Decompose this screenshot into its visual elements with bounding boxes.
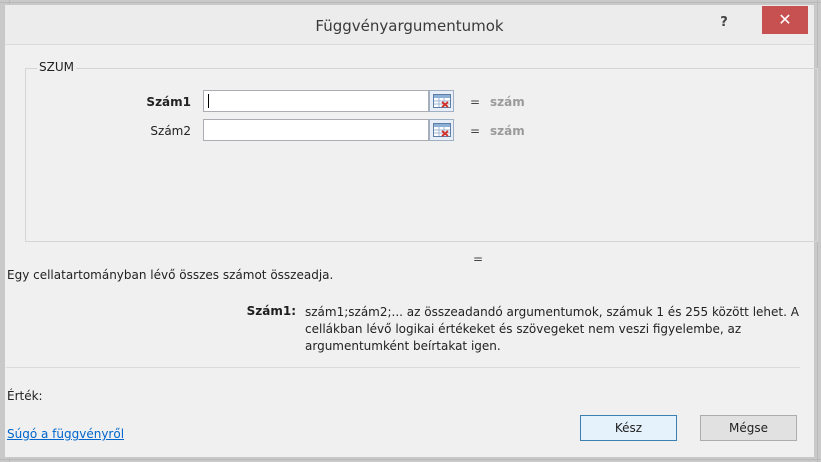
arg-description-text: szám1;szám2;... az összeadandó argumentu… xyxy=(305,305,799,353)
value-label: Érték: xyxy=(7,389,43,403)
separator xyxy=(6,367,800,368)
close-button[interactable]: ✕ xyxy=(762,6,808,34)
arg2-equals: = xyxy=(470,124,481,138)
arg1-equals: = xyxy=(470,95,481,109)
function-name: SZUM xyxy=(37,60,76,74)
dialog-title: Függvényargumentumok xyxy=(315,17,504,35)
arg2-result: szám xyxy=(490,124,525,138)
ok-button[interactable]: Kész xyxy=(580,415,677,441)
title-bar: Függvényargumentumok ? ✕ xyxy=(5,5,814,45)
arg2-range-selector-button[interactable] xyxy=(429,119,454,141)
arg1-input[interactable] xyxy=(203,90,429,112)
arg-description-name: Szám1: xyxy=(246,304,296,318)
arg1-result: szám xyxy=(490,95,525,109)
range-selector-icon xyxy=(433,94,451,108)
cancel-button[interactable]: Mégse xyxy=(700,415,797,441)
formula-result-equals: = xyxy=(473,252,484,266)
arg1-label: Szám1 xyxy=(146,95,191,109)
range-selector-icon xyxy=(433,123,451,137)
text-caret xyxy=(208,94,209,108)
arg1-range-selector-button[interactable] xyxy=(429,90,454,112)
arg2-label: Szám2 xyxy=(150,124,191,138)
help-button[interactable]: ? xyxy=(716,15,732,31)
function-description: Egy cellatartományban lévő összes számot… xyxy=(7,268,334,282)
arg2-input[interactable] xyxy=(203,119,429,141)
function-help-link[interactable]: Súgó a függvényről xyxy=(7,427,124,441)
